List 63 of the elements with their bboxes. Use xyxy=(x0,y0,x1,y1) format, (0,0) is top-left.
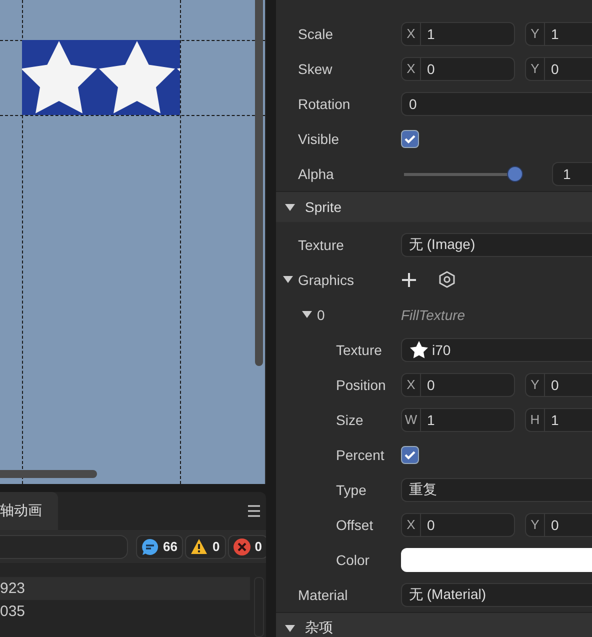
property-label: 0 xyxy=(317,306,325,322)
menu-icon[interactable] xyxy=(248,504,260,518)
property-label: Position xyxy=(336,376,386,392)
log-entry[interactable]: 923 xyxy=(0,577,250,600)
number-field[interactable]: Y 1 xyxy=(525,22,592,46)
section-title: Sprite xyxy=(305,199,342,215)
checkbox[interactable] xyxy=(401,130,419,148)
hexagon-settings-icon[interactable] xyxy=(439,271,455,288)
number-field[interactable]: X 0 xyxy=(401,56,515,80)
message-icon xyxy=(141,538,159,556)
error-counter[interactable]: 0 xyxy=(228,534,266,558)
collapse-arrow-icon[interactable] xyxy=(302,311,312,318)
vertical-scrollbar-thumb[interactable] xyxy=(255,0,263,366)
value-field[interactable]: 无 (Image) xyxy=(401,232,592,256)
number-field[interactable]: Y 0 xyxy=(525,512,592,536)
error-icon xyxy=(232,538,251,556)
number-field[interactable]: H 1 xyxy=(525,408,592,432)
log-entry[interactable]: 035 xyxy=(0,600,250,623)
property-label: Material xyxy=(298,586,348,602)
warning-counter[interactable]: 0 xyxy=(185,534,226,558)
collapse-arrow-icon[interactable] xyxy=(285,204,295,210)
property-label: Visible xyxy=(298,130,339,146)
number-field[interactable]: X 0 xyxy=(401,372,515,396)
add-icon[interactable] xyxy=(401,272,417,288)
value-field[interactable]: 重复 xyxy=(401,478,592,502)
info-counter[interactable]: 66 xyxy=(136,534,184,558)
number-field[interactable]: 1 xyxy=(552,162,592,186)
value-field[interactable]: 无 (Material) xyxy=(401,582,592,606)
number-field[interactable]: X 1 xyxy=(401,22,515,46)
property-label: Percent xyxy=(336,446,384,462)
section-header[interactable]: 杂项 xyxy=(276,612,592,637)
warning-icon xyxy=(190,538,208,555)
texture-field[interactable]: i70 xyxy=(401,338,592,362)
checkmark-icon xyxy=(404,134,416,144)
property-label: Texture xyxy=(298,236,344,252)
section-header[interactable]: Sprite xyxy=(276,191,592,222)
section-title: 杂项 xyxy=(305,619,333,637)
number-field[interactable]: Y 0 xyxy=(525,56,592,80)
type-label: FillTexture xyxy=(401,306,466,322)
slider[interactable] xyxy=(404,166,523,182)
value-field[interactable]: 0 xyxy=(401,92,592,116)
horizontal-scrollbar-thumb[interactable] xyxy=(0,470,97,478)
property-label: Type xyxy=(336,482,366,498)
property-label: Skew xyxy=(298,60,332,76)
property-label: Scale xyxy=(298,26,334,42)
property-label: Rotation xyxy=(298,96,350,112)
panel-tab[interactable]: 轴动画 xyxy=(0,492,58,530)
property-label: Size xyxy=(336,412,364,428)
property-label: Alpha xyxy=(298,166,334,182)
property-label: Color xyxy=(336,552,370,568)
star-icon xyxy=(409,340,429,360)
color-swatch[interactable] xyxy=(401,548,592,572)
property-label: Offset xyxy=(336,516,374,532)
checkbox[interactable] xyxy=(401,446,419,464)
property-label: Graphics xyxy=(298,272,354,288)
property-label: Texture xyxy=(336,342,382,358)
number-field[interactable]: Y 0 xyxy=(525,372,592,396)
number-field[interactable]: X 0 xyxy=(401,512,515,536)
number-field[interactable]: W 1 xyxy=(401,408,515,432)
checkmark-icon xyxy=(404,450,416,460)
collapse-arrow-icon[interactable] xyxy=(285,624,295,632)
collapse-arrow-icon[interactable] xyxy=(283,276,293,283)
slider-thumb[interactable] xyxy=(507,166,523,182)
